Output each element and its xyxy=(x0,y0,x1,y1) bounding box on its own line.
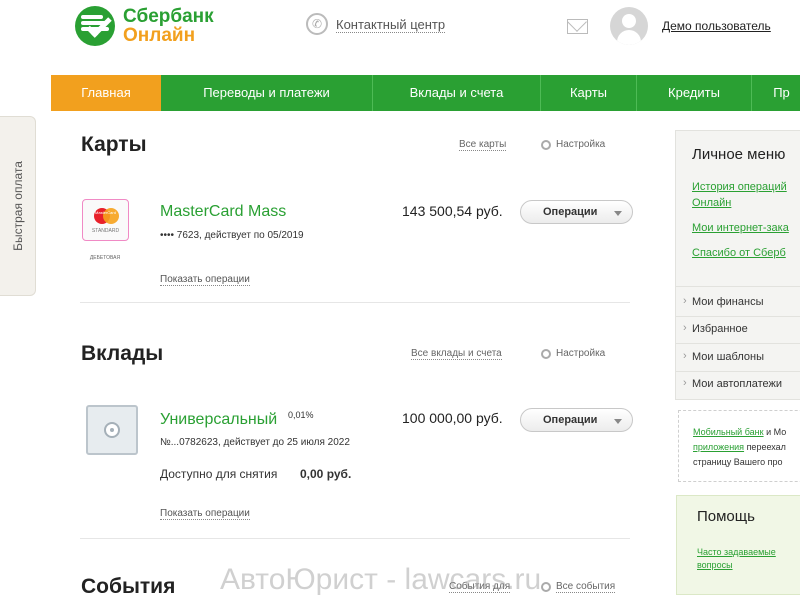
help-box: Помощь Часто задаваемые вопросы xyxy=(676,495,800,595)
faq-link-line1: Часто задаваемые xyxy=(697,547,776,557)
card-name-link[interactable]: MasterCard Mass xyxy=(160,203,286,221)
deposit-operations-button[interactable]: Операции xyxy=(520,408,633,432)
nav-item-credits[interactable]: Кредиты xyxy=(637,75,752,111)
user-name-link[interactable]: Демо пользователь xyxy=(662,19,771,33)
nav-item-cards[interactable]: Карты xyxy=(541,75,637,111)
avatar[interactable] xyxy=(610,7,648,45)
mobile-notice: Мобильный банк и Мо приложения переехал … xyxy=(678,410,800,482)
mail-icon[interactable] xyxy=(567,19,588,34)
card-image[interactable]: MasterCard STANDARD xyxy=(82,199,129,241)
logo-subtitle: Онлайн xyxy=(123,25,196,46)
deposit-details: №...0782623, действует до 25 июля 2022 xyxy=(160,437,350,448)
mobile-line3-text: страницу Вашего про xyxy=(693,457,783,467)
sberbank-logo[interactable]: Сбербанк Онлайн xyxy=(75,6,225,46)
card-show-operations-link[interactable]: Показать операции xyxy=(160,274,250,286)
safe-icon xyxy=(86,405,138,455)
nav-item-main[interactable]: Главная xyxy=(51,75,161,111)
card-brand-label: MasterCard xyxy=(95,210,116,215)
help-title: Помощь xyxy=(697,508,755,525)
mobile-bank-link[interactable]: Мобильный банк xyxy=(693,427,764,437)
card-details: •••• 7623, действует по 05/2019 xyxy=(160,230,304,241)
deposits-settings-link[interactable]: Настройка xyxy=(556,348,605,359)
cards-settings-link[interactable]: Настройка xyxy=(556,139,605,150)
nav-item-transfers[interactable]: Переводы и платежи xyxy=(161,75,373,111)
personal-menu: Личное меню История операций Онлайн Мои … xyxy=(675,130,800,400)
nav-item-deposits[interactable]: Вклады и счета xyxy=(373,75,541,111)
faq-link-line2: вопросы xyxy=(697,560,733,570)
deposit-rate: 0,01% xyxy=(288,410,314,420)
cards-title: Карты xyxy=(81,133,147,156)
faq-link[interactable]: Часто задаваемые вопросы xyxy=(697,546,776,572)
menu-item-autopayments[interactable]: Мои автоплатежи xyxy=(683,377,782,390)
phone-icon: ✆ xyxy=(306,13,328,35)
deposit-balance: 100 000,00 руб. xyxy=(402,410,503,426)
card-type-caption: ДЕБЕТОВАЯ xyxy=(89,255,121,261)
quick-pay-tab[interactable]: Быстрая оплата xyxy=(0,116,36,296)
mobile-line2-text: переехал xyxy=(744,442,786,452)
deposit-show-operations-link[interactable]: Показать операции xyxy=(160,508,250,520)
gear-icon xyxy=(541,140,551,150)
history-link[interactable]: История операций xyxy=(692,179,787,195)
chevron-down-icon xyxy=(614,419,622,424)
card-operations-button[interactable]: Операции xyxy=(520,200,633,224)
chevron-down-icon xyxy=(614,211,622,216)
personal-menu-title: Личное меню xyxy=(692,146,786,163)
card-balance: 143 500,54 руб. xyxy=(402,203,503,219)
main-nav: Главная Переводы и платежи Вклады и счет… xyxy=(51,75,800,111)
online-link[interactable]: Онлайн xyxy=(692,195,731,211)
events-title: События xyxy=(81,575,176,598)
all-cards-link[interactable]: Все карты xyxy=(459,139,507,151)
sberbank-logo-icon xyxy=(75,6,115,46)
available-value: 0,00 руб. xyxy=(300,467,352,481)
spasibo-link[interactable]: Спасибо от Сберб xyxy=(692,245,786,261)
section-divider xyxy=(80,302,630,303)
contact-center-link[interactable]: Контактный центр xyxy=(336,17,446,33)
available-label: Доступно для снятия xyxy=(160,467,278,481)
all-events-link[interactable]: Все события xyxy=(556,581,616,593)
deposit-operations-label: Операции xyxy=(543,414,598,426)
menu-item-favorites[interactable]: Избранное xyxy=(683,322,748,335)
section-divider xyxy=(80,538,630,539)
nav-item-more[interactable]: Пр xyxy=(752,75,800,111)
card-operations-label: Операции xyxy=(543,206,598,218)
gear-icon xyxy=(541,349,551,359)
deposit-name-link[interactable]: Универсальный xyxy=(160,411,277,429)
internet-orders-link[interactable]: Мои интернет-зака xyxy=(692,220,789,236)
menu-item-my-finances[interactable]: Мои финансы xyxy=(683,295,764,308)
deposits-title: Вклады xyxy=(81,342,164,365)
mobile-line1-text: и Мо xyxy=(763,427,787,437)
card-standard-label: STANDARD xyxy=(91,228,120,234)
quick-pay-label: Быстрая оплата xyxy=(10,161,25,251)
apps-link[interactable]: приложения xyxy=(693,442,744,452)
watermark: АвтоЮрист - lawcars.ru xyxy=(220,563,542,596)
menu-item-templates[interactable]: Мои шаблоны xyxy=(683,350,764,363)
gear-icon xyxy=(541,582,551,592)
all-deposits-link[interactable]: Все вклады и счета xyxy=(411,348,502,360)
